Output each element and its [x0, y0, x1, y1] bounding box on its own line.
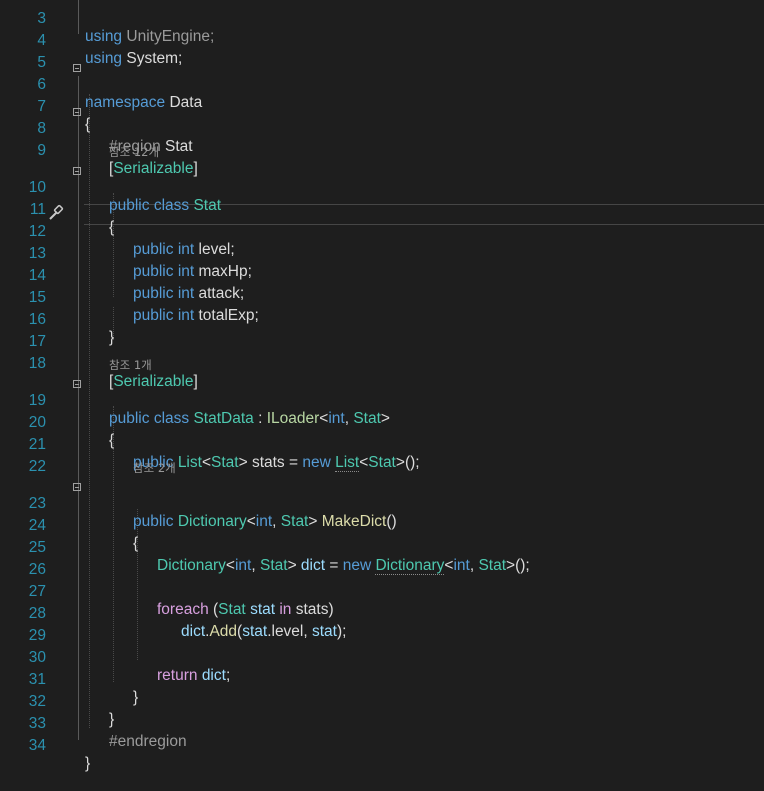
line-number: 34 — [28, 737, 46, 754]
code-line[interactable]: 34 } — [0, 719, 764, 791]
codelens-references[interactable]: 참조 2개 — [133, 460, 176, 476]
codelens-references[interactable]: 참조 1개 — [109, 357, 152, 373]
line-number: 18 — [28, 355, 46, 372]
codelens-references[interactable]: 참조 12개 — [109, 144, 159, 160]
brace: } — [85, 755, 91, 772]
line-number: 9 — [37, 142, 46, 159]
line-number: 22 — [28, 458, 46, 475]
code-editor[interactable]: 3 using UnityEngine; 4 using System; 5 6… — [0, 0, 764, 772]
